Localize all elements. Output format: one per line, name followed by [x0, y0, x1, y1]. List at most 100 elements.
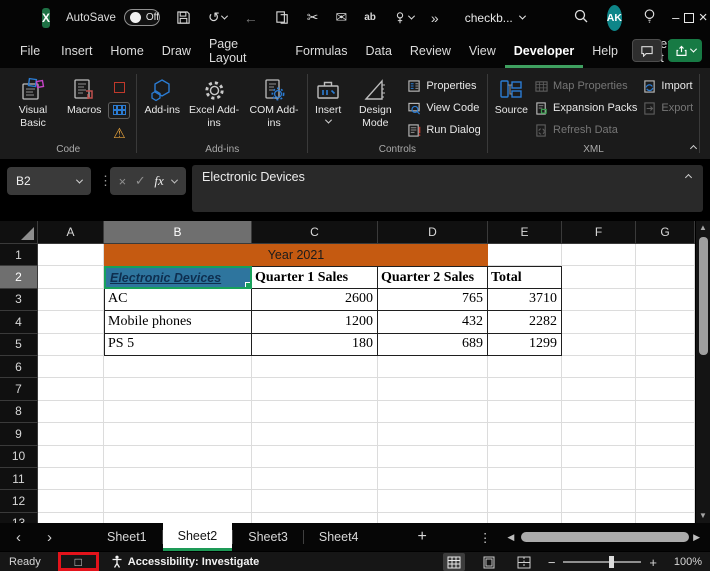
source-button[interactable]: Source — [492, 72, 531, 117]
cell-B7[interactable] — [104, 378, 252, 400]
cell-B12[interactable] — [104, 490, 252, 512]
cell-E13[interactable] — [488, 513, 562, 523]
visual-basic-button[interactable]: Visual Basic — [4, 72, 62, 129]
collapse-formula-bar-button[interactable] — [685, 174, 692, 181]
comments-button[interactable] — [632, 39, 662, 62]
tab-home[interactable]: Home — [101, 37, 152, 68]
macros-button[interactable]: Macros — [64, 72, 104, 117]
checkbox-icon[interactable]: □ — [75, 556, 82, 568]
column-header-C[interactable]: C — [252, 221, 378, 244]
tab-insert[interactable]: Insert — [52, 37, 101, 68]
cell-F9[interactable] — [562, 423, 636, 445]
row-header-1[interactable]: 1 — [0, 244, 38, 266]
relative-references-button[interactable] — [106, 100, 132, 120]
tell-me-button[interactable] — [642, 8, 657, 27]
cell-G11[interactable] — [636, 468, 695, 490]
sheet-tab-sheet4[interactable]: Sheet4 — [304, 523, 374, 551]
insert-function-button[interactable]: fx — [154, 173, 163, 189]
cell-E12[interactable] — [488, 490, 562, 512]
cell-B11[interactable] — [104, 468, 252, 490]
row-header-5[interactable]: 5 — [0, 334, 38, 356]
zoom-level[interactable]: 100% — [670, 556, 702, 568]
insert-controls-button[interactable]: Insert — [312, 72, 344, 124]
sheet-tab-sheet3[interactable]: Sheet3 — [233, 523, 303, 551]
cell-G3[interactable] — [636, 289, 695, 311]
cell-G2[interactable] — [636, 266, 695, 288]
cell-E2[interactable]: Total — [488, 266, 562, 288]
cell-F5[interactable] — [562, 334, 636, 356]
scroll-up-icon[interactable]: ▲ — [699, 221, 707, 235]
cell-G7[interactable] — [636, 378, 695, 400]
tab-help[interactable]: Help — [583, 37, 627, 68]
cell-D11[interactable] — [378, 468, 488, 490]
enter-button[interactable]: ✓ — [135, 173, 146, 189]
column-header-A[interactable]: A — [38, 221, 104, 244]
touch-mode-button[interactable] — [393, 11, 414, 25]
cell-G8[interactable] — [636, 401, 695, 423]
column-header-D[interactable]: D — [378, 221, 488, 244]
cell-C9[interactable] — [252, 423, 378, 445]
copy-button[interactable] — [275, 10, 290, 25]
tab-file[interactable]: File — [8, 37, 52, 68]
cell-E7[interactable] — [488, 378, 562, 400]
cell-D12[interactable] — [378, 490, 488, 512]
cell-B1[interactable]: Year 2021 — [104, 244, 488, 266]
cell-B4[interactable]: Mobile phones — [104, 311, 252, 333]
cell-E9[interactable] — [488, 423, 562, 445]
cell-B3[interactable]: AC — [104, 289, 252, 311]
cell-D2[interactable]: Quarter 2 Sales — [378, 266, 488, 288]
horizontal-scrollbar[interactable]: ◀ ▶ — [491, 523, 710, 551]
cell-E10[interactable] — [488, 446, 562, 468]
refresh-data-button[interactable]: Refresh Data — [535, 120, 637, 140]
zoom-slider[interactable] — [563, 561, 641, 563]
cell-D9[interactable] — [378, 423, 488, 445]
row-header-7[interactable]: 7 — [0, 378, 38, 400]
new-sheet-button[interactable]: + — [418, 523, 427, 551]
cell-G9[interactable] — [636, 423, 695, 445]
vertical-scrollbar[interactable]: ▲ ▼ — [695, 221, 710, 523]
tab-draw[interactable]: Draw — [153, 37, 200, 68]
row-header-9[interactable]: 9 — [0, 423, 38, 445]
cell-C11[interactable] — [252, 468, 378, 490]
accessibility-status[interactable]: Accessibility: Investigate — [111, 555, 259, 568]
map-properties-button[interactable]: Map Properties — [535, 76, 637, 96]
cell-G4[interactable] — [636, 311, 695, 333]
cell-G5[interactable] — [636, 334, 695, 356]
addins-button[interactable]: Add-ins — [141, 72, 183, 117]
cell-D6[interactable] — [378, 356, 488, 378]
cell-G6[interactable] — [636, 356, 695, 378]
column-header-F[interactable]: F — [562, 221, 636, 244]
cell-A7[interactable] — [38, 378, 104, 400]
cell-A9[interactable] — [38, 423, 104, 445]
cell-E8[interactable] — [488, 401, 562, 423]
column-header-B[interactable]: B — [104, 221, 252, 244]
cell-E6[interactable] — [488, 356, 562, 378]
cell-C4[interactable]: 1200 — [252, 311, 378, 333]
cell-C8[interactable] — [252, 401, 378, 423]
avatar[interactable]: AK — [607, 5, 622, 31]
row-header-3[interactable]: 3 — [0, 289, 38, 311]
row-header-10[interactable]: 10 — [0, 446, 38, 468]
vertical-scrollbar-thumb[interactable] — [699, 237, 708, 355]
sheet-tab-sheet1[interactable]: Sheet1 — [92, 523, 162, 551]
cell-C5[interactable]: 180 — [252, 334, 378, 356]
column-header-G[interactable]: G — [636, 221, 695, 244]
cell-C12[interactable] — [252, 490, 378, 512]
cell-F3[interactable] — [562, 289, 636, 311]
import-button[interactable]: Import — [643, 76, 693, 96]
cell-F1[interactable] — [562, 244, 636, 266]
cut-button[interactable]: ✂ — [307, 9, 319, 26]
cell-G12[interactable] — [636, 490, 695, 512]
excel-addins-button[interactable]: Excel Add-ins — [185, 72, 243, 129]
minimize-button[interactable]: – — [669, 0, 683, 35]
row-header-8[interactable]: 8 — [0, 401, 38, 423]
more-commands-button[interactable]: » — [431, 10, 439, 26]
cell-A11[interactable] — [38, 468, 104, 490]
mail-button[interactable]: ✉ — [336, 9, 348, 26]
scroll-right-icon[interactable]: ▶ — [693, 532, 700, 543]
horizontal-scrollbar-thumb[interactable] — [521, 532, 689, 542]
cell-B6[interactable] — [104, 356, 252, 378]
cell-A4[interactable] — [38, 311, 104, 333]
run-dialog-button[interactable]: Run Dialog — [408, 120, 480, 140]
zoom-out-button[interactable]: − — [548, 555, 556, 570]
